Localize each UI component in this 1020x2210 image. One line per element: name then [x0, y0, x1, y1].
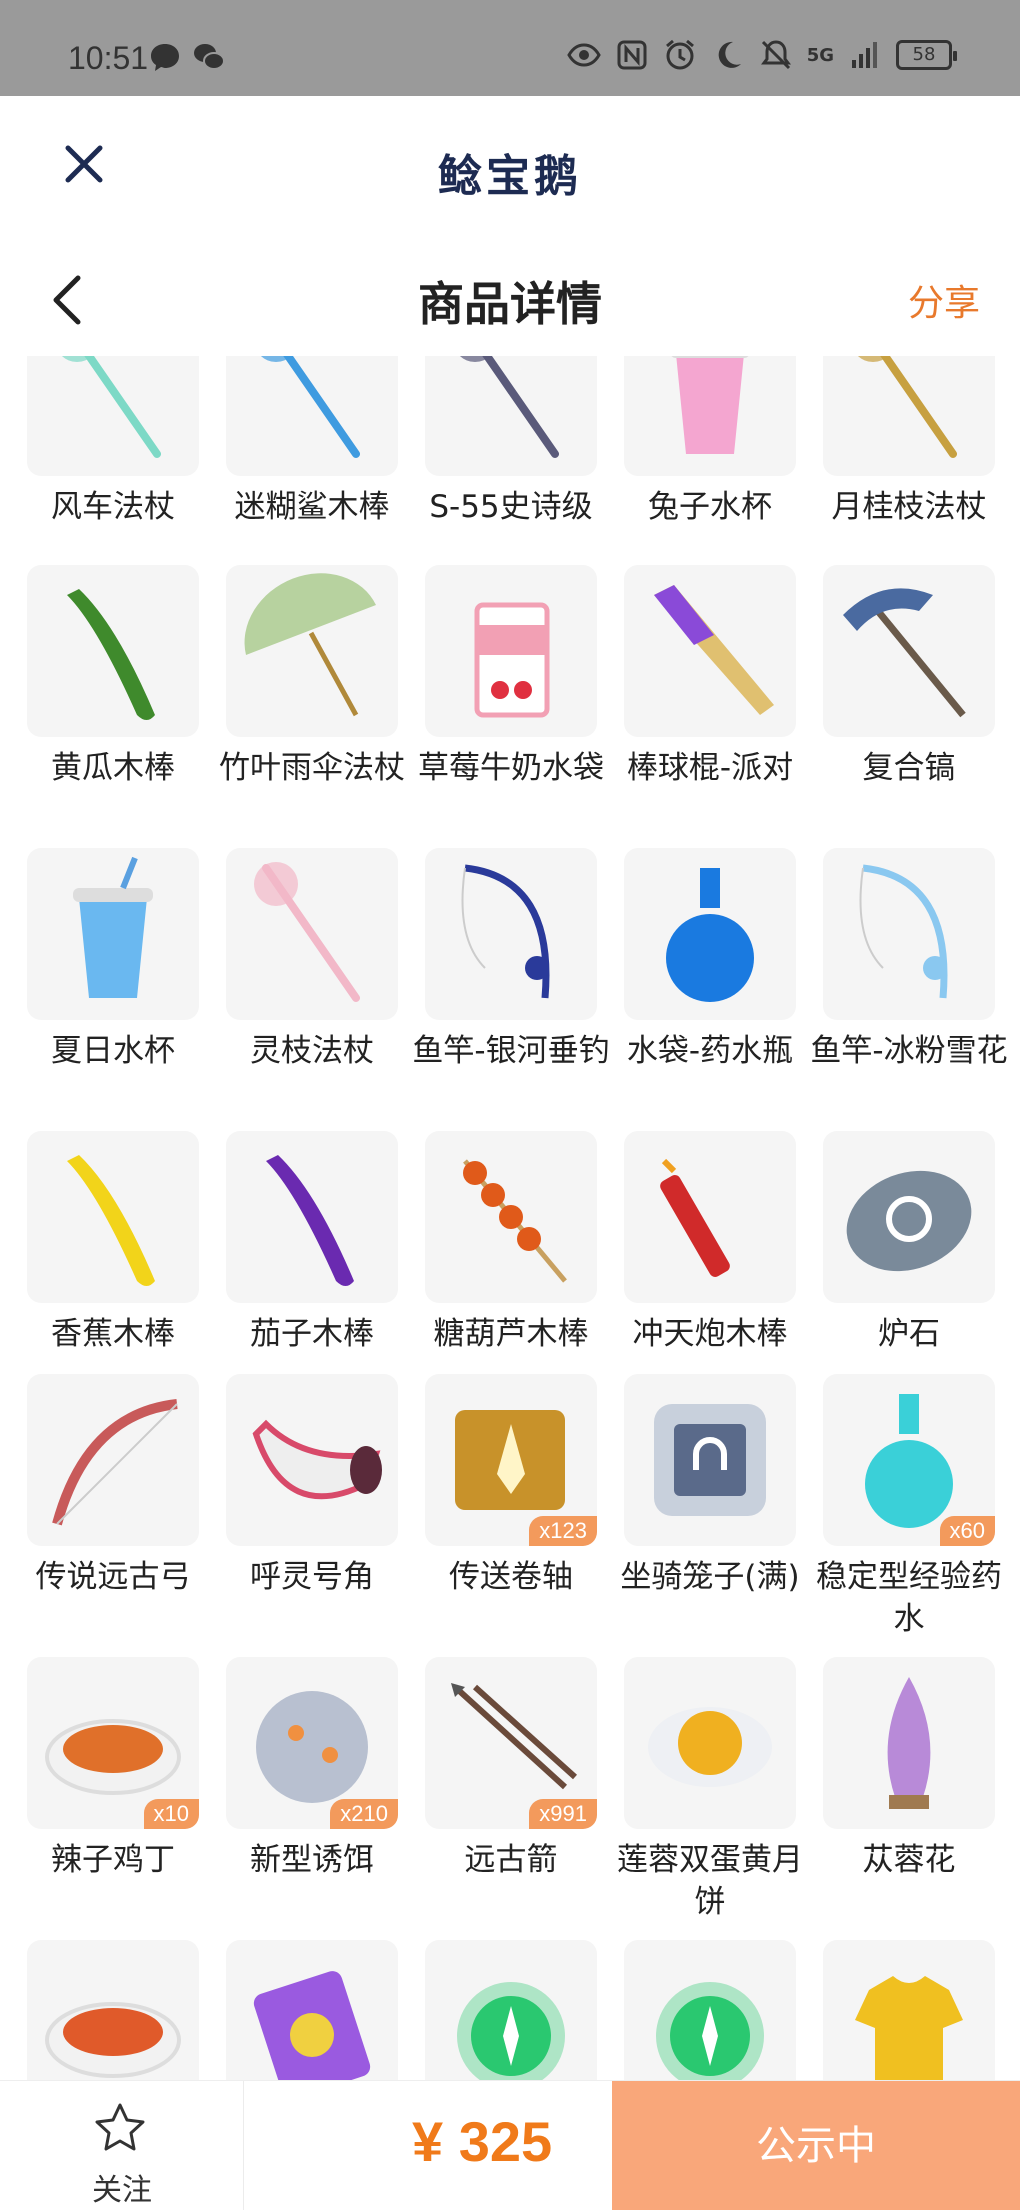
eggplant-icon — [226, 1131, 398, 1303]
bat-icon — [624, 565, 796, 737]
item-name: 呼灵号角 — [250, 1559, 374, 1595]
banana-icon — [27, 1131, 199, 1303]
windmill-staff-icon — [27, 356, 199, 476]
page-title: 商品详情 — [418, 277, 602, 331]
item-quantity-badge: x10 — [143, 1799, 199, 1829]
item-grid: 风车法杖 迷糊鲨木棒 S-55史诗级 兔子水杯 月桂枝法杖黄瓜木棒 竹叶雨伞法杖 草莓牛奶水… — [0, 356, 1020, 2080]
mooncake-icon — [624, 1657, 796, 1829]
status-time: 10:51 — [68, 40, 149, 76]
bottom-bar: 关注 ¥ 325 公示中 — [0, 2080, 1020, 2210]
hearthstone-icon — [823, 1131, 995, 1303]
share-button[interactable]: 分享 — [908, 274, 980, 326]
item-name: 兔子水杯 — [648, 489, 772, 525]
item-name: 风车法杖 — [51, 489, 175, 525]
battery-icon: 58 — [896, 40, 957, 70]
cage-icon — [624, 1374, 796, 1546]
ticket-icon — [226, 1940, 398, 2080]
item-name: 草莓牛奶水袋 — [418, 750, 604, 786]
mute-icon — [760, 40, 791, 70]
item-name: 棒球棍-派对 — [626, 750, 794, 786]
scroll-icon: x123 — [425, 1374, 597, 1546]
follow-label: 关注 — [92, 2173, 152, 2208]
item-name: 黄瓜木棒 — [51, 750, 175, 786]
eye-icon — [566, 43, 601, 67]
item-quantity-badge: x123 — [529, 1516, 597, 1546]
price: ¥ 325 — [412, 2110, 553, 2173]
fishing-rod-icon — [823, 848, 995, 1020]
summer-cup-icon — [27, 848, 199, 1020]
shark-stick-icon — [226, 356, 398, 476]
signal-icon — [852, 42, 877, 68]
green-orb-icon — [425, 1940, 597, 2080]
shirt-icon — [823, 1940, 995, 2080]
item-name: 香蕉木棒 — [51, 1316, 175, 1352]
laurel-staff-icon — [823, 356, 995, 476]
item-name: 茄子木棒 — [250, 1316, 374, 1352]
item-name: 稳定型经验药水 — [816, 1559, 1002, 1637]
pickaxe-icon — [823, 565, 995, 737]
item-name: 水袋-药水瓶 — [626, 1033, 794, 1069]
moon-icon — [718, 41, 741, 68]
item-name: 辣子鸡丁 — [51, 1842, 175, 1878]
item-name: 炉石 — [878, 1316, 940, 1352]
item-name: 坐骑笼子(满) — [620, 1559, 800, 1595]
item-name: 迷糊鲨木棒 — [234, 489, 390, 525]
follow-button[interactable]: 关注 — [0, 2081, 244, 2210]
battery-level: 58 — [912, 44, 936, 65]
item-name: S-55史诗级 — [429, 489, 593, 525]
item-name: 苁蓉花 — [862, 1842, 956, 1878]
branch-staff-icon — [226, 848, 398, 1020]
item-name: 鱼竿-冰粉雪花 — [810, 1033, 1008, 1069]
candied-haws-icon — [425, 1131, 597, 1303]
item-quantity-badge: x210 — [330, 1799, 398, 1829]
item-name: 月桂枝法杖 — [831, 489, 987, 525]
rifle-icon — [425, 356, 597, 476]
item-name: 竹叶雨伞法杖 — [219, 750, 405, 786]
item-name: 新型诱饵 — [250, 1842, 374, 1878]
publicity-status-button[interactable]: 公示中 — [612, 2081, 1020, 2210]
alarm-icon — [665, 39, 694, 70]
item-name: 莲蓉双蛋黄月饼 — [617, 1842, 803, 1920]
green-orb-icon — [624, 1940, 796, 2080]
item-name: 复合镐 — [862, 750, 956, 786]
brand-title: 鲶宝鹅 — [438, 151, 582, 202]
horn-icon — [226, 1374, 398, 1546]
flower-icon — [823, 1657, 995, 1829]
bow-icon — [27, 1374, 199, 1546]
item-name: 传说远古弓 — [35, 1559, 191, 1595]
item-name: 灵枝法杖 — [250, 1033, 374, 1069]
firework-icon — [624, 1131, 796, 1303]
dish-icon: x10 — [27, 1657, 199, 1829]
item-name: 鱼竿-银河垂钓 — [412, 1033, 610, 1069]
bait-icon: x210 — [226, 1657, 398, 1829]
exp-potion-icon: x60 — [823, 1374, 995, 1546]
status-bar: 10:51 5G 58 — [0, 0, 1020, 96]
item-name: 夏日水杯 — [51, 1033, 175, 1069]
item-name: 冲天炮木棒 — [632, 1316, 788, 1352]
item-quantity-badge: x60 — [939, 1516, 995, 1546]
potion-icon — [624, 848, 796, 1020]
fishing-rod-icon — [425, 848, 597, 1020]
arrows-icon: x991 — [425, 1657, 597, 1829]
star-icon — [95, 2103, 145, 2151]
app-header: 鲶宝鹅 — [0, 96, 1020, 236]
message-icon — [151, 44, 179, 71]
bunny-cup-icon — [624, 356, 796, 476]
cucumber-icon — [27, 565, 199, 737]
network-label: 5G — [806, 44, 834, 66]
nav-bar: 商品详情 分享 — [0, 236, 1020, 356]
item-quantity-badge: x991 — [529, 1799, 597, 1829]
wechat-icon — [194, 44, 225, 70]
item-name: 远古箭 — [464, 1842, 558, 1878]
umbrella-icon — [226, 565, 398, 737]
nfc-icon — [617, 40, 647, 70]
item-name: 传送卷轴 — [449, 1559, 573, 1595]
soup-icon — [27, 1940, 199, 2080]
milk-box-icon — [425, 565, 597, 737]
item-name: 糖葫芦木棒 — [433, 1316, 589, 1352]
